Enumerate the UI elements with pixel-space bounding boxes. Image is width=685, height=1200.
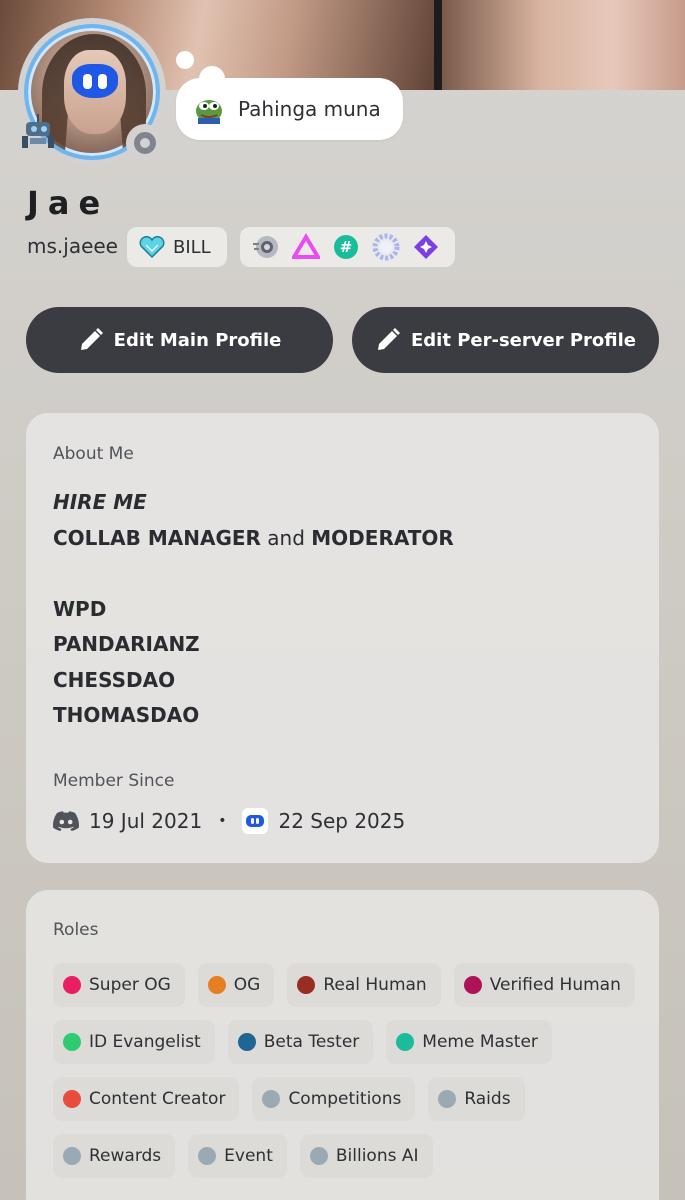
role-pill[interactable]: Event [188,1134,287,1178]
edit-main-profile-label: Edit Main Profile [113,329,282,351]
role-color-dot [237,1033,256,1051]
quest-badge-icon[interactable] [372,233,400,261]
role-label: ID Evangelist [89,1032,201,1052]
role-label: Super OG [89,975,171,995]
robot-decoration-icon [22,114,54,148]
roles-card: Roles Super OG OG Real Human Verified Human… [26,890,659,1200]
role-pill[interactable]: Super OG [53,963,185,1007]
diamond-badge-icon[interactable] [412,233,440,261]
about-me-text: HIRE ME COLLAB MANAGER and MODERATOR WPD… [53,485,454,734]
role-label: Content Creator [89,1089,226,1109]
server-logo-icon [242,808,269,834]
badge-list: # [240,227,455,267]
status-text: Pahinga muna [238,97,381,121]
bio-line-5: PANDARIANZ [53,632,200,656]
role-pill[interactable]: Content Creator [53,1077,240,1121]
about-me-title: About Me [53,444,134,464]
bio-line-2b: and [260,525,312,550]
role-pill[interactable]: Real Human [287,963,441,1007]
bio-line-1: HIRE ME [53,490,147,514]
role-pill[interactable]: Verified Human [453,963,635,1007]
triangle-badge-icon[interactable] [292,233,320,261]
role-label: Real Human [323,975,427,995]
bio-line-6: CHESSDAO [53,667,176,692]
role-label: OG [233,975,261,995]
role-color-dot [63,976,81,994]
offline-status-icon [126,124,164,162]
role-pill[interactable]: Rewards [53,1134,176,1178]
separator-dot: • [218,813,227,829]
banner-divider [434,0,442,90]
roles-title: Roles [53,920,99,940]
pencil-icon [377,328,400,350]
role-color-dot [207,976,226,994]
role-color-dot [438,1090,457,1108]
role-label: Event [224,1146,273,1166]
banner-photo-right [442,0,685,90]
role-label: Beta Tester [263,1032,360,1052]
custom-status-bubble[interactable]: Pahinga muna [176,78,403,140]
role-label: Rewards [89,1146,162,1166]
role-pill[interactable]: Billions AI [299,1134,433,1178]
about-me-card: About Me HIRE ME COLLAB MANAGER and MODE… [26,413,659,863]
role-color-dot [63,1033,81,1051]
role-pill[interactable]: ID Evangelist [53,1020,215,1064]
username: ms.jaeee [27,234,118,258]
role-color-dot [309,1147,328,1165]
role-color-dot [262,1090,281,1108]
role-color-dot [396,1033,415,1051]
edit-per-server-profile-label: Edit Per-server Profile [410,329,636,351]
nitro-boost-icon[interactable] [252,233,280,261]
server-join-date: 22 Sep 2025 [278,809,406,833]
discord-icon [53,811,79,831]
bio-line-7: THOMASDAO [53,703,200,727]
role-label: Raids [464,1089,511,1109]
pencil-icon [80,328,103,350]
role-pill[interactable]: Beta Tester [227,1020,374,1064]
bubble-tail-small [176,51,194,69]
role-list: Super OG OG Real Human Verified Human ID Eva… [53,963,643,1178]
role-pill[interactable]: Meme Master [386,1020,552,1064]
role-color-dot [198,1147,217,1165]
role-pill[interactable]: Raids [428,1077,525,1121]
hashtag-badge-icon[interactable]: # [332,233,360,261]
role-pill[interactable]: Competitions [252,1077,416,1121]
discord-join-date: 19 Jul 2021 [89,809,203,833]
role-label: Verified Human [489,975,621,995]
pepe-emoji-icon [196,100,222,124]
member-since-title: Member Since [53,771,175,791]
guild-tag[interactable]: BILL [127,227,227,267]
role-label: Billions AI [335,1146,419,1166]
role-label: Meme Master [422,1032,538,1052]
svg-text:#: # [340,238,353,256]
role-color-dot [63,1090,81,1108]
edit-per-server-profile-button[interactable]: Edit Per-server Profile [352,307,659,373]
edit-main-profile-button[interactable]: Edit Main Profile [26,307,333,373]
guild-tag-label: BILL [173,236,211,258]
role-pill[interactable]: OG [197,963,275,1007]
role-color-dot [297,976,316,994]
display-name: Jae [27,184,110,222]
bio-line-2c: MODERATOR [311,525,454,550]
blue-mask-icon [72,64,118,98]
role-color-dot [63,1147,81,1165]
bio-line-4: WPD [53,596,107,621]
heart-gem-icon [139,236,165,258]
member-since-row: 19 Jul 2021 • 22 Sep 2025 [53,808,405,834]
role-label: Competitions [288,1089,402,1109]
role-color-dot [463,976,482,994]
bio-line-2a: COLLAB MANAGER [53,525,261,550]
